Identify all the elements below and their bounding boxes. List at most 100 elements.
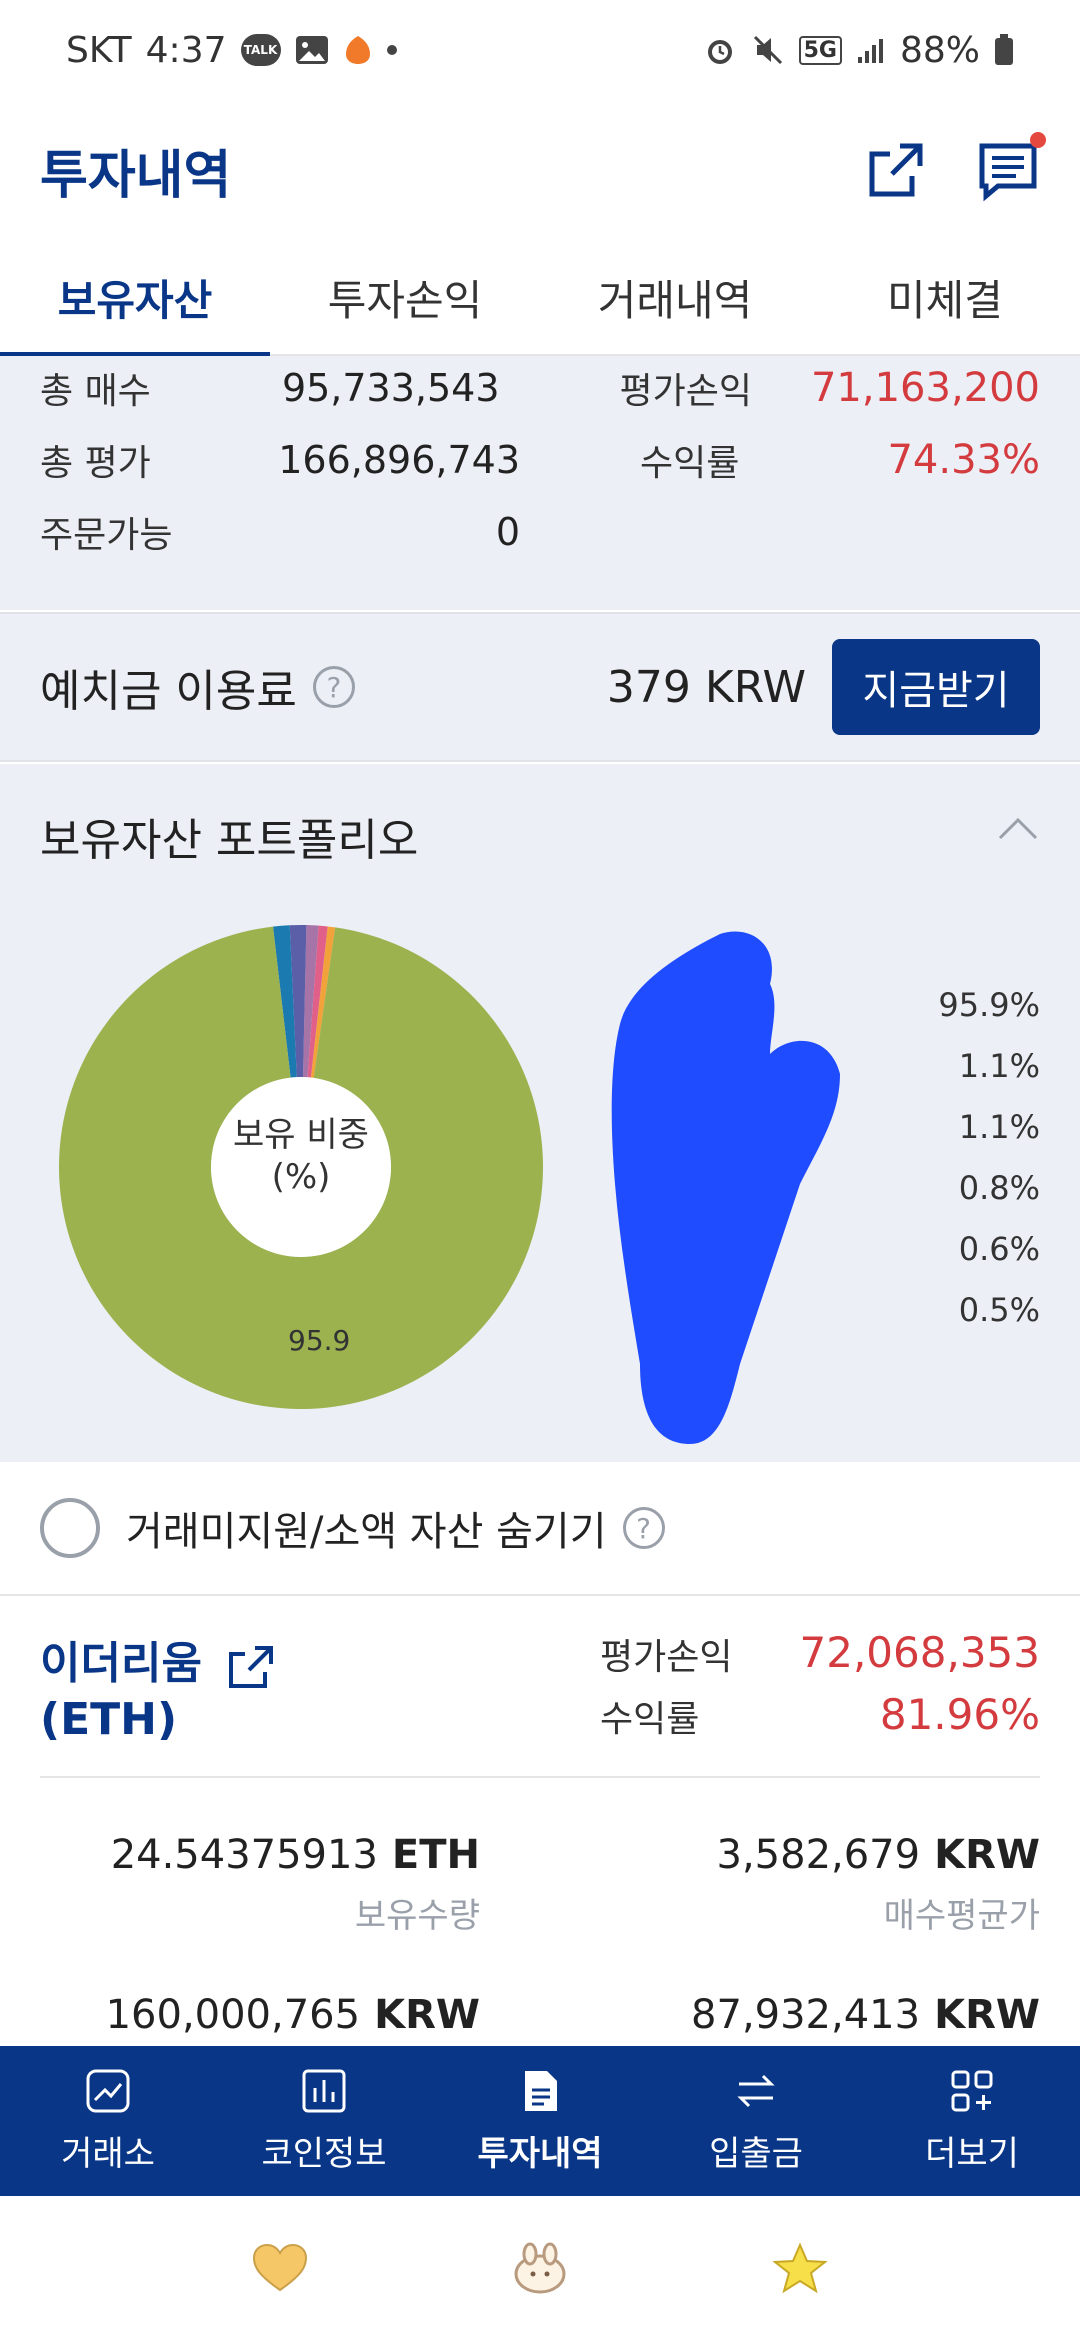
coin-return-label: 수익률 bbox=[600, 1699, 700, 1740]
deposit-fee-amount: 379 KRW bbox=[606, 661, 806, 713]
nav-exchange[interactable]: 거래소 bbox=[0, 2046, 216, 2196]
mute-icon bbox=[751, 33, 785, 67]
gallery-notification-icon bbox=[295, 35, 329, 65]
nav-investment-history[interactable]: 투자내역 bbox=[432, 2046, 648, 2196]
legend-percent: 0.6% bbox=[958, 1230, 1040, 1268]
tab-investment-pnl[interactable]: 투자손익 bbox=[270, 240, 540, 354]
total-buy-value: 95,733,543 bbox=[281, 366, 500, 410]
portfolio-title: 보유자산 포트폴리오 bbox=[40, 815, 419, 866]
coin-pnl: 평가손익 72,068,353 bbox=[600, 1628, 1040, 1680]
asset-summary: 총 매수 95,733,543 평가손익 71,163,200 총 평가 166… bbox=[0, 356, 1080, 610]
total-eval-value: 166,896,743 bbox=[278, 438, 520, 482]
portfolio-donut-chart: 보유 비중 (%) 95.9 bbox=[58, 924, 544, 1410]
coin-name[interactable]: 이더리움 (ETH) bbox=[40, 1636, 277, 1748]
coin-pnl-value: 72,068,353 bbox=[799, 1628, 1040, 1677]
return-label: 수익률 bbox=[640, 443, 740, 484]
coin-name-korean: 이더리움 bbox=[40, 1638, 202, 1689]
redaction-scribble bbox=[611, 931, 840, 1444]
donut-center-line2: (%) bbox=[271, 1157, 331, 1197]
evaluation-amount-value: 160,000,765 bbox=[105, 1992, 361, 2038]
coin-symbol: (ETH) bbox=[40, 1694, 178, 1745]
carrier-text: SKT bbox=[66, 29, 132, 71]
return-value: 74.33% bbox=[887, 437, 1040, 483]
holdings-tabs: 보유자산 투자손익 거래내역 미체결 bbox=[0, 240, 1080, 356]
notification-dot bbox=[1030, 132, 1046, 148]
nav-coin-info-label: 코인정보 bbox=[261, 2133, 387, 2174]
holding-quantity-label: 보유수량 bbox=[354, 1896, 480, 1936]
signal-icon bbox=[856, 35, 886, 65]
portfolio-section: 보유자산 포트폴리오 보유 비중 (%) 95.9 95.9% 1.1% 1.1… bbox=[0, 764, 1080, 1462]
deposit-fee-row: 예치금 이용료 ? 379 KRW 지금받기 bbox=[0, 612, 1080, 762]
hide-small-assets-row[interactable]: 거래미지원/소액 자산 숨기기 ? bbox=[0, 1462, 1080, 1596]
nav-investment-history-label: 투자내역 bbox=[477, 2133, 603, 2174]
coin-pnl-label: 평가손익 bbox=[600, 1637, 733, 1678]
nav-more-label: 더보기 bbox=[925, 2133, 1019, 2174]
coin-card-eth[interactable]: 이더리움 (ETH) 평가손익 72,068,353 수익률 81.96% 24… bbox=[0, 1596, 1080, 2046]
notice-button[interactable] bbox=[976, 132, 1046, 202]
system-navigation-bar bbox=[0, 2196, 1080, 2340]
document-icon bbox=[525, 2070, 557, 2111]
holding-quantity-unit: ETH bbox=[391, 1832, 480, 1878]
donut-slice-label: 95.9 bbox=[288, 1324, 351, 1357]
donut-center-label: 보유 비중 (%) bbox=[208, 1114, 394, 1198]
app-header: 투자내역 bbox=[0, 100, 1080, 240]
heart-sticker-icon[interactable] bbox=[250, 2242, 310, 2294]
coin-return: 수익률 81.96% bbox=[600, 1690, 1040, 1742]
nav-deposit-withdraw[interactable]: 입출금 bbox=[648, 2046, 864, 2196]
help-icon[interactable]: ? bbox=[312, 666, 355, 708]
tab-open-orders[interactable]: 미체결 bbox=[810, 240, 1080, 354]
transfer-arrows-icon bbox=[737, 2074, 775, 2107]
page-title: 투자내역 bbox=[40, 145, 232, 206]
evaluation-amount-unit: KRW bbox=[374, 1992, 480, 2038]
tab-holdings[interactable]: 보유자산 bbox=[0, 240, 270, 356]
legend-percent: 0.8% bbox=[958, 1169, 1040, 1207]
donut-center-line1: 보유 비중 bbox=[233, 1115, 369, 1155]
bar-chart-icon bbox=[302, 2069, 346, 2112]
buy-amount-unit: KRW bbox=[934, 1992, 1040, 2038]
nav-coin-info[interactable]: 코인정보 bbox=[216, 2046, 432, 2196]
share-icon[interactable] bbox=[225, 1640, 277, 1692]
nav-exchange-label: 거래소 bbox=[61, 2133, 155, 2174]
bunny-sticker-icon[interactable] bbox=[510, 2242, 570, 2294]
battery-icon bbox=[994, 34, 1014, 66]
divider bbox=[40, 1776, 1040, 1778]
share-icon bbox=[869, 143, 923, 197]
share-button[interactable] bbox=[864, 138, 928, 202]
legend-percent: 95.9% bbox=[938, 986, 1040, 1024]
grid-plus-icon bbox=[951, 2070, 993, 2111]
alarm-icon bbox=[703, 33, 737, 67]
status-bar: SKT 4:37 TALK 5G 88% bbox=[0, 0, 1080, 100]
average-buy-price-label: 매수평균가 bbox=[883, 1896, 1040, 1936]
star-sticker-icon[interactable] bbox=[770, 2242, 830, 2294]
holding-quantity-value: 24.54375913 bbox=[110, 1832, 378, 1878]
buy-amount: 87,932,413 KRW bbox=[600, 1992, 1040, 2038]
average-buy-price: 3,582,679 KRW 매수평균가 bbox=[600, 1832, 1041, 1937]
buy-amount-value: 87,932,413 bbox=[691, 1992, 921, 2038]
message-list-icon bbox=[979, 143, 1037, 202]
hide-small-assets-label: 거래미지원/소액 자산 숨기기 bbox=[126, 1509, 607, 1555]
portfolio-legend: 95.9% 1.1% 1.1% 0.8% 0.6% 0.5% bbox=[890, 986, 1040, 1352]
network-5g-icon: 5G bbox=[798, 35, 842, 65]
nav-more[interactable]: 더보기 bbox=[864, 2046, 1080, 2196]
orderable-value: 0 bbox=[495, 510, 520, 554]
chevron-up-icon[interactable] bbox=[996, 808, 1040, 852]
chart-up-icon bbox=[86, 2069, 130, 2112]
deposit-fee-label: 예치금 이용료 bbox=[40, 666, 297, 717]
legend-percent: 1.1% bbox=[958, 1047, 1040, 1085]
help-icon[interactable]: ? bbox=[622, 1507, 665, 1549]
battery-percent: 88% bbox=[899, 29, 980, 71]
total-eval-label: 총 평가 bbox=[40, 443, 151, 484]
legend-percent: 0.5% bbox=[958, 1291, 1040, 1329]
tab-transactions[interactable]: 거래내역 bbox=[540, 240, 810, 354]
bottom-navigation: 거래소 코인정보 투자내역 입출금 더보기 bbox=[0, 2046, 1080, 2196]
orderable-label: 주문가능 bbox=[40, 515, 173, 556]
kakaotalk-notification-icon: TALK bbox=[240, 34, 281, 66]
hide-small-assets-toggle[interactable] bbox=[40, 1498, 100, 1558]
evaluation-amount: 160,000,765 KRW bbox=[40, 1992, 480, 2038]
more-notifications-icon bbox=[386, 45, 397, 55]
pnl-value: 71,163,200 bbox=[810, 365, 1041, 411]
app-notification-icon bbox=[343, 34, 373, 66]
average-buy-price-unit: KRW bbox=[934, 1832, 1040, 1878]
receive-now-button[interactable]: 지금받기 bbox=[832, 639, 1040, 735]
time-text: 4:37 bbox=[145, 29, 227, 71]
